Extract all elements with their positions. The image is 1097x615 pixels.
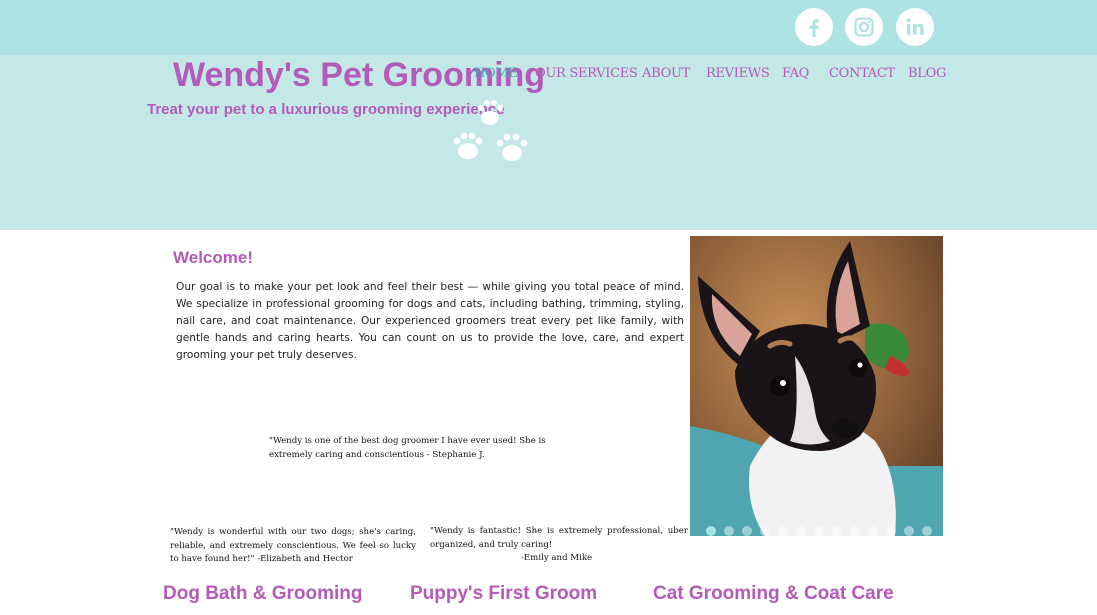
nav-contact[interactable]: CONTACT — [829, 66, 895, 81]
site-header — [0, 55, 1097, 230]
slide-dot[interactable] — [706, 526, 716, 536]
slide-dot[interactable] — [832, 526, 842, 536]
testimonial: "Wendy is one of the best dog groomer I … — [269, 436, 546, 460]
slide-dot[interactable] — [760, 526, 770, 536]
linkedin-icon[interactable] — [896, 8, 934, 46]
service-dog-bath[interactable]: Dog Bath & Grooming — [163, 582, 362, 606]
slide-dot[interactable] — [922, 526, 932, 536]
slide-dot[interactable] — [796, 526, 806, 536]
testimonial: "Wendy is fantastic! She is extremely pr… — [430, 525, 688, 566]
slideshow-dots — [690, 526, 943, 536]
nav-about[interactable]: ABOUT — [642, 66, 690, 81]
nav-faq[interactable]: FAQ — [782, 66, 809, 81]
slide-dot[interactable] — [814, 526, 824, 536]
slide-dot[interactable] — [742, 526, 752, 536]
service-puppy-groom[interactable]: Puppy's First Groom — [410, 582, 597, 606]
slide-dot[interactable] — [886, 526, 896, 536]
slide-dot[interactable] — [724, 526, 734, 536]
testimonial-signature: -Emily and Mike — [521, 553, 593, 563]
slide-dot[interactable] — [778, 526, 788, 536]
instagram-icon[interactable] — [845, 8, 883, 46]
welcome-heading: Welcome! — [173, 248, 253, 267]
testimonial: "Wendy is wonderful with our two dogs; s… — [170, 527, 416, 564]
nav-our-services[interactable]: OUR SERVICES — [535, 66, 638, 81]
slide-dot[interactable] — [850, 526, 860, 536]
slide-dot[interactable] — [904, 526, 914, 536]
dog-photo — [690, 236, 943, 536]
facebook-icon[interactable] — [795, 8, 833, 46]
testimonial-text: "Wendy is fantastic! She is extremely pr… — [430, 526, 688, 550]
nav-blog[interactable]: BLOG — [908, 66, 946, 81]
nav-reviews[interactable]: REVIEWS — [706, 66, 770, 81]
welcome-text: Our goal is to make your pet look and fe… — [176, 281, 684, 361]
nav-home[interactable]: HOME — [474, 66, 518, 81]
photo-slideshow[interactable] — [690, 236, 943, 536]
service-cat-grooming[interactable]: Cat Grooming & Coat Care — [653, 582, 894, 606]
paw-prints-icon — [453, 100, 528, 161]
slide-dot[interactable] — [868, 526, 878, 536]
